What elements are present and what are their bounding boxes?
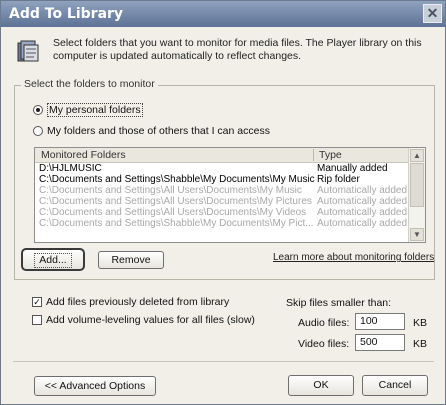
radio-button[interactable] <box>33 105 43 115</box>
radio-personal-folders[interactable]: My personal folders <box>33 103 143 117</box>
folder-path: C:\Documents and Settings\All Users\Docu… <box>39 185 302 196</box>
folder-type: Automatically added <box>317 207 408 218</box>
chevron-down-icon: ▼ <box>413 230 421 239</box>
audio-size-field[interactable]: 100 <box>355 313 405 330</box>
radio-all-folders[interactable]: My folders and those of others that I ca… <box>33 125 270 137</box>
folder-path: C:\Documents and Settings\Shabble\My Doc… <box>39 174 315 185</box>
advanced-options-button[interactable]: << Advanced Options <box>34 376 156 396</box>
video-size-field[interactable]: 500 <box>355 334 405 351</box>
list-item[interactable]: C:\Documents and Settings\All Users\Docu… <box>35 185 409 196</box>
folder-path: C:\Documents and Settings\All Users\Docu… <box>39 196 312 207</box>
cancel-button[interactable]: Cancel <box>362 375 428 396</box>
folder-type: Automatically added <box>317 185 408 196</box>
chevron-up-icon: ▲ <box>413 151 421 160</box>
list-item[interactable]: C:\Documents and Settings\Shabble\My Doc… <box>35 218 409 229</box>
column-header-folders[interactable]: Monitored Folders <box>41 149 126 161</box>
close-icon: ✕ <box>426 5 439 21</box>
title-bar[interactable]: Add To Library ✕ <box>1 1 445 27</box>
add-button[interactable]: Add... <box>21 248 85 271</box>
video-files-label: Video files: <box>298 338 350 350</box>
dialog-title: Add To Library <box>9 6 124 22</box>
audio-files-label: Audio files: <box>298 317 350 329</box>
checkbox-label: Add files previously deleted from librar… <box>46 296 230 308</box>
audio-unit: KB <box>413 317 428 329</box>
advanced-options-label: << Advanced Options <box>44 380 146 392</box>
monitored-folders-list[interactable]: Monitored Folders Type D:\HJLMUSIC Manua… <box>34 147 426 243</box>
column-divider[interactable] <box>313 149 314 161</box>
close-button[interactable]: ✕ <box>423 4 442 23</box>
scroll-up-button[interactable]: ▲ <box>410 149 424 162</box>
remove-button-label: Remove <box>111 254 151 266</box>
skip-files-label: Skip files smaller than: <box>286 297 392 309</box>
checkbox-unchecked[interactable] <box>32 315 42 325</box>
cancel-button-label: Cancel <box>378 379 412 391</box>
library-icon <box>17 40 39 62</box>
footer-divider <box>13 361 434 362</box>
ok-button[interactable]: OK <box>288 375 354 396</box>
learn-more-link[interactable]: Learn more about monitoring folders <box>273 252 434 263</box>
scroll-thumb[interactable] <box>410 163 424 207</box>
remove-button[interactable]: Remove <box>98 251 164 269</box>
folder-type: Automatically added <box>317 218 408 229</box>
checkbox-checked[interactable]: ✓ <box>32 297 42 307</box>
scroll-down-button[interactable]: ▼ <box>410 228 424 241</box>
add-to-library-dialog: Add To Library ✕ Select folders that you… <box>0 0 446 405</box>
radio-label: My personal folders <box>47 103 143 117</box>
list-item[interactable]: C:\Documents and Settings\All Users\Docu… <box>35 207 409 218</box>
list-item[interactable]: C:\Documents and Settings\Shabble\My Doc… <box>35 174 409 185</box>
vertical-scrollbar[interactable]: ▲ ▼ <box>408 148 425 242</box>
description-text: Select folders that you want to monitor … <box>53 37 422 62</box>
radio-button[interactable] <box>33 126 43 136</box>
folder-path: C:\Documents and Settings\All Users\Docu… <box>39 207 307 218</box>
radio-label: My folders and those of others that I ca… <box>47 125 270 137</box>
column-header-type[interactable]: Type <box>319 149 342 161</box>
list-item[interactable]: D:\HJLMUSIC Manually added <box>35 163 409 174</box>
add-button-label: Add... <box>34 253 72 268</box>
folder-type: Automatically added <box>317 196 408 207</box>
video-unit: KB <box>413 338 428 350</box>
folder-path: C:\Documents and Settings\Shabble\My Doc… <box>39 218 314 229</box>
checkbox-volume-leveling[interactable]: Add volume-leveling values for all files… <box>32 314 255 326</box>
folder-type: Rip folder <box>317 174 360 185</box>
folder-type: Manually added <box>317 163 388 174</box>
list-item[interactable]: C:\Documents and Settings\All Users\Docu… <box>35 196 409 207</box>
group-label: Select the folders to monitor <box>21 78 158 90</box>
ok-button-label: OK <box>313 379 329 391</box>
checkbox-add-deleted[interactable]: ✓ Add files previously deleted from libr… <box>32 296 229 308</box>
list-header: Monitored Folders Type <box>35 148 409 163</box>
folder-path: D:\HJLMUSIC <box>39 163 102 174</box>
checkbox-label: Add volume-leveling values for all files… <box>46 314 255 326</box>
